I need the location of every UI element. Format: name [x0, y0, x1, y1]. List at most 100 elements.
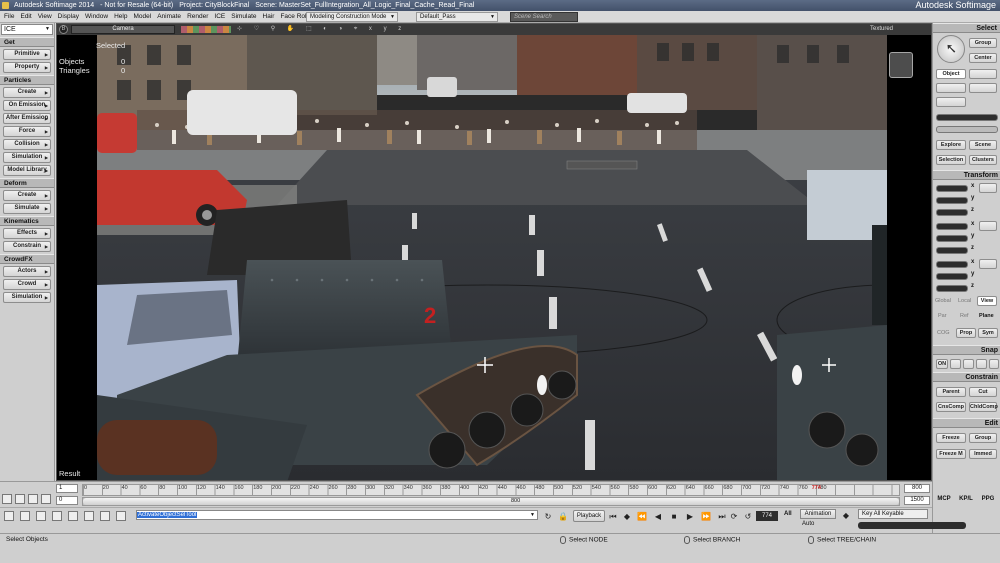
snap-grid-icon[interactable] — [950, 359, 961, 369]
cog-label[interactable]: COG — [937, 330, 950, 336]
layout-icon-6[interactable] — [84, 511, 94, 521]
current-frame-field[interactable]: 774 — [756, 511, 778, 521]
hierarchy-icon[interactable] — [2, 494, 12, 504]
mcp-tab[interactable]: MCP — [934, 494, 954, 505]
selection-button[interactable]: Selection — [936, 155, 966, 165]
local-mode-label[interactable]: Local — [958, 298, 971, 304]
layout-icon-3[interactable] — [36, 511, 46, 521]
menu-view[interactable]: View — [35, 11, 55, 23]
pass-dropdown[interactable]: Default_Pass ▼ — [416, 12, 498, 22]
global-mode-label[interactable]: Global — [935, 298, 951, 304]
menu-ice[interactable]: ICE — [211, 11, 228, 23]
current-frame-marker[interactable]: 774 — [812, 485, 821, 491]
menu-file[interactable]: File — [0, 11, 17, 23]
ppg-tab[interactable]: PPG — [978, 494, 998, 505]
particles-create-button[interactable]: Create ▶ — [3, 87, 51, 98]
layout-icon-8[interactable] — [116, 511, 126, 521]
select-filter-slot-1[interactable] — [969, 69, 997, 79]
kpl-tab[interactable]: KP/L — [956, 494, 976, 505]
select-filter-slot-4[interactable] — [936, 97, 966, 107]
freeze-button[interactable]: Freeze — [936, 433, 966, 443]
after-emission-button[interactable]: After Emission ▶ — [3, 113, 51, 124]
range-slider-thumb[interactable] — [83, 498, 899, 505]
realtime-icon[interactable]: ↺ — [742, 511, 754, 522]
display-mode-dropdown[interactable]: Textured — [870, 24, 893, 35]
layout-icon-5[interactable] — [68, 511, 78, 521]
prev-key-icon[interactable]: ◆ — [621, 511, 633, 522]
immed-button[interactable]: Immed — [969, 449, 997, 459]
property-button[interactable]: Property ▶ — [3, 62, 51, 73]
select-filter-slot-3[interactable] — [969, 83, 997, 93]
translate-x-field[interactable] — [936, 261, 968, 268]
chldcomp-button[interactable]: ChldComp — [969, 402, 998, 412]
menu-edit[interactable]: Edit — [17, 11, 34, 23]
par-mode-label[interactable]: Par — [938, 313, 947, 319]
rotate-z-field[interactable] — [936, 247, 968, 254]
range-slider[interactable]: 800 — [82, 497, 900, 506]
layout-icon-7[interactable] — [100, 511, 110, 521]
range-start-field[interactable]: 0 — [56, 496, 78, 505]
prop-button[interactable]: Prop — [956, 328, 976, 338]
deform-create-button[interactable]: Create ▶ — [3, 190, 51, 201]
collision-button[interactable]: Collision ▶ — [3, 139, 51, 150]
crowd-button[interactable]: Crowd ▶ — [3, 279, 51, 290]
keying-dropdown[interactable]: Key All Keyable — [858, 509, 928, 519]
lock-icon[interactable]: 🔒 — [557, 511, 569, 522]
layout-icon-1[interactable] — [4, 511, 14, 521]
cut-button[interactable]: Cut — [969, 387, 997, 397]
primitive-button[interactable]: Primitive ▶ — [3, 49, 51, 60]
rotate-x-field[interactable] — [936, 223, 968, 230]
force-button[interactable]: Force ▶ — [3, 126, 51, 137]
snap-surface-icon[interactable] — [989, 359, 999, 369]
next-frame-icon[interactable]: ⏩ — [700, 511, 712, 522]
menu-hair[interactable]: Hair — [260, 11, 278, 23]
section-crowdfx[interactable]: CrowdFX — [0, 254, 54, 264]
snap-on-button[interactable]: ON — [936, 359, 948, 369]
range-end-field[interactable]: 1500 — [904, 496, 930, 505]
layout-icon-2[interactable] — [20, 511, 30, 521]
animation-button[interactable]: Animation — [800, 509, 836, 519]
menu-animate[interactable]: Animate — [154, 11, 184, 23]
cnscomp-button[interactable]: CnsComp — [936, 402, 966, 412]
section-deform[interactable]: Deform — [0, 178, 54, 188]
deform-simulate-button[interactable]: Simulate ▶ — [3, 203, 51, 214]
construction-mode-dropdown[interactable]: Modeling Construction Mode ▼ — [306, 12, 398, 22]
menu-window[interactable]: Window — [82, 11, 111, 23]
select-center-button[interactable]: Center — [969, 53, 997, 63]
timeline-start-field[interactable]: 1 — [56, 484, 78, 493]
viewport-display-swatches[interactable] — [181, 26, 231, 33]
model-library-button[interactable]: Model Library ▶ — [3, 165, 51, 176]
play-icon[interactable]: ▶ — [684, 511, 696, 522]
parent-button[interactable]: Parent — [936, 387, 966, 397]
menu-help[interactable]: Help — [111, 11, 130, 23]
explore-button[interactable]: Explore — [936, 140, 966, 150]
menu-render[interactable]: Render — [184, 11, 211, 23]
menu-display[interactable]: Display — [55, 11, 82, 23]
auto-key-label[interactable]: Auto — [802, 521, 814, 527]
stop-icon[interactable]: ■ — [668, 511, 680, 522]
object-icon[interactable] — [41, 494, 51, 504]
effects-button[interactable]: Effects ▶ — [3, 228, 51, 239]
freeze-m-button[interactable]: Freeze M — [936, 449, 966, 459]
select-filter-slot-2[interactable] — [936, 83, 966, 93]
play-back-icon[interactable]: ◀ — [652, 511, 664, 522]
translate-z-field[interactable] — [936, 285, 968, 292]
select-object-button[interactable]: Object — [936, 69, 966, 79]
snap-curve-icon[interactable] — [976, 359, 987, 369]
viewport-nav-button[interactable] — [889, 52, 913, 78]
rotate-tool-button[interactable] — [979, 221, 997, 231]
scale-z-field[interactable] — [936, 209, 968, 216]
scene-button[interactable]: Scene — [969, 140, 997, 150]
scene-search-input[interactable]: Scene Search — [510, 12, 578, 22]
timeline-end-field[interactable]: 800 — [904, 484, 930, 493]
brush-icon[interactable] — [15, 494, 25, 504]
viewport-3d[interactable]: B Camera ⊹ ♡ ⚲ ✋ ⬚ ◐ ◑ ⌖ x y z Textured — [56, 23, 932, 481]
simulation-button[interactable]: Simulation ▶ — [3, 152, 51, 163]
section-particles[interactable]: Particles — [0, 75, 54, 85]
section-get[interactable]: Get — [0, 37, 54, 47]
prev-frame-icon[interactable]: ⏪ — [636, 511, 648, 522]
layout-icon-4[interactable] — [52, 511, 62, 521]
translate-tool-button[interactable] — [979, 259, 997, 269]
select-group-button[interactable]: Group — [969, 38, 997, 48]
select-filter-field[interactable] — [936, 126, 998, 133]
